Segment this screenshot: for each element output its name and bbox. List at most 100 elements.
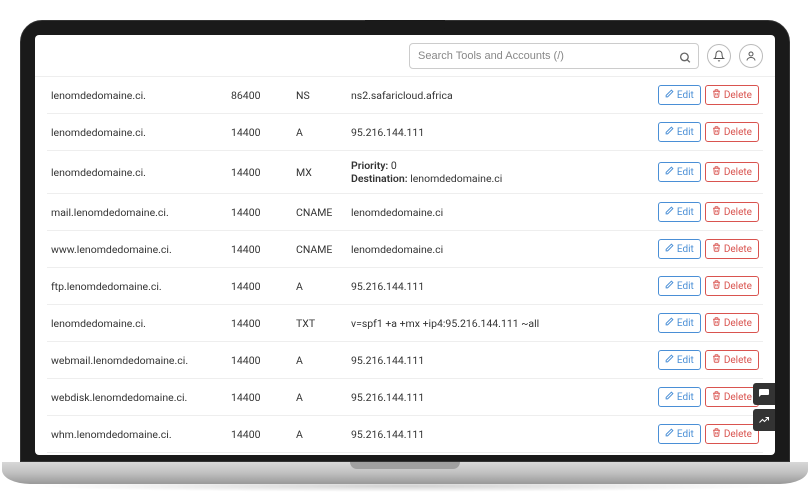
delete-label: Delete — [724, 167, 752, 178]
edit-button[interactable]: Edit — [658, 202, 701, 222]
delete-button[interactable]: Delete — [705, 122, 759, 142]
record-name: ftp.lenomdedomaine.ci. — [51, 280, 231, 293]
mx-priority-label: Priority: — [351, 159, 388, 172]
trash-icon — [712, 126, 721, 138]
edit-button[interactable]: Edit — [658, 276, 701, 296]
record-value: v=spf1 +a +mx +ip4:95.216.144.111 ~all — [351, 317, 539, 330]
record-ttl: 14400 — [231, 166, 296, 179]
search-input[interactable] — [409, 43, 699, 69]
trash-icon — [712, 354, 721, 366]
record-name: mail.lenomdedomaine.ci. — [51, 206, 231, 219]
record-type: A — [296, 391, 351, 404]
record-ttl: 14400 — [231, 243, 296, 256]
delete-button[interactable]: Delete — [705, 424, 759, 444]
laptop-base — [2, 462, 808, 484]
table-row: cpcalendars.lenomdedomaine.ci.14400A95.2… — [47, 453, 763, 455]
table-row: ftp.lenomdedomaine.ci.14400A95.216.144.1… — [47, 268, 763, 305]
record-ttl: 14400 — [231, 428, 296, 441]
edit-label: Edit — [677, 429, 694, 440]
trash-icon — [712, 428, 721, 440]
dns-records-table: lenomdedomaine.ci.86400NSns2.safaricloud… — [35, 77, 775, 455]
record-actions: Edit Delete — [649, 350, 759, 370]
record-ttl: 14400 — [231, 317, 296, 330]
edit-button[interactable]: Edit — [658, 122, 701, 142]
pencil-icon — [665, 126, 674, 138]
delete-label: Delete — [724, 429, 752, 440]
delete-button[interactable]: Delete — [705, 202, 759, 222]
record-actions: Edit Delete — [649, 202, 759, 222]
delete-label: Delete — [724, 392, 752, 403]
record-type: CNAME — [296, 243, 351, 256]
mx-destination-label: Destination: — [351, 172, 408, 185]
delete-button[interactable]: Delete — [705, 313, 759, 333]
delete-button[interactable]: Delete — [705, 162, 759, 182]
edit-label: Edit — [677, 355, 694, 366]
delete-button[interactable]: Delete — [705, 350, 759, 370]
edit-button[interactable]: Edit — [658, 350, 701, 370]
support-button[interactable] — [753, 383, 775, 405]
user-account-button[interactable] — [739, 44, 763, 68]
mx-priority-value: 0 — [391, 159, 397, 172]
trash-icon — [712, 317, 721, 329]
table-row: whm.lenomdedomaine.ci.14400A95.216.144.1… — [47, 416, 763, 453]
mx-destination-value: lenomdedomaine.ci — [410, 172, 502, 185]
record-data: 95.216.144.111 — [351, 428, 649, 441]
floating-buttons — [753, 383, 775, 431]
record-ttl: 86400 — [231, 89, 296, 102]
delete-label: Delete — [724, 207, 752, 218]
edit-button[interactable]: Edit — [658, 162, 701, 182]
record-type: MX — [296, 166, 351, 179]
search-container — [409, 43, 699, 69]
edit-button[interactable]: Edit — [658, 239, 701, 259]
edit-label: Edit — [677, 207, 694, 218]
delete-label: Delete — [724, 127, 752, 138]
pencil-icon — [665, 166, 674, 178]
table-row: webmail.lenomdedomaine.ci.14400A95.216.1… — [47, 342, 763, 379]
record-value: 95.216.144.111 — [351, 354, 424, 367]
delete-label: Delete — [724, 355, 752, 366]
record-actions: Edit Delete — [649, 85, 759, 105]
pencil-icon — [665, 243, 674, 255]
edit-button[interactable]: Edit — [658, 313, 701, 333]
record-ttl: 14400 — [231, 391, 296, 404]
record-data: 95.216.144.111 — [351, 126, 649, 139]
record-name: webdisk.lenomdedomaine.ci. — [51, 391, 231, 404]
delete-label: Delete — [724, 281, 752, 292]
edit-button[interactable]: Edit — [658, 387, 701, 407]
pencil-icon — [665, 354, 674, 366]
record-data: ns2.safaricloud.africa — [351, 89, 649, 102]
laptop-notch — [365, 20, 445, 34]
delete-button[interactable]: Delete — [705, 85, 759, 105]
table-row: lenomdedomaine.ci.14400A95.216.144.111Ed… — [47, 114, 763, 151]
table-row: webdisk.lenomdedomaine.ci.14400A95.216.1… — [47, 379, 763, 416]
record-type: CNAME — [296, 206, 351, 219]
trash-icon — [712, 243, 721, 255]
edit-label: Edit — [677, 90, 694, 101]
record-name: lenomdedomaine.ci. — [51, 317, 231, 330]
record-type: A — [296, 280, 351, 293]
edit-label: Edit — [677, 318, 694, 329]
search-icon — [679, 49, 692, 62]
table-row: www.lenomdedomaine.ci.14400CNAMElenomded… — [47, 231, 763, 268]
record-name: whm.lenomdedomaine.ci. — [51, 428, 231, 441]
edit-label: Edit — [677, 392, 694, 403]
record-actions: Edit Delete — [649, 276, 759, 296]
delete-button[interactable]: Delete — [705, 239, 759, 259]
edit-button[interactable]: Edit — [658, 85, 701, 105]
notifications-button[interactable] — [707, 44, 731, 68]
record-data: 95.216.144.111 — [351, 391, 649, 404]
table-row: lenomdedomaine.ci.14400TXTv=spf1 +a +mx … — [47, 305, 763, 342]
stats-button[interactable] — [753, 409, 775, 431]
record-data: lenomdedomaine.ci — [351, 243, 649, 256]
record-actions: Edit Delete — [649, 122, 759, 142]
top-bar — [35, 35, 775, 77]
record-name: lenomdedomaine.ci. — [51, 89, 231, 102]
laptop-frame: lenomdedomaine.ci.86400NSns2.safaricloud… — [20, 20, 790, 484]
delete-button[interactable]: Delete — [705, 276, 759, 296]
record-name: lenomdedomaine.ci. — [51, 166, 231, 179]
record-ttl: 14400 — [231, 206, 296, 219]
edit-button[interactable]: Edit — [658, 424, 701, 444]
delete-button[interactable]: Delete — [705, 387, 759, 407]
record-actions: Edit Delete — [649, 313, 759, 333]
delete-label: Delete — [724, 318, 752, 329]
